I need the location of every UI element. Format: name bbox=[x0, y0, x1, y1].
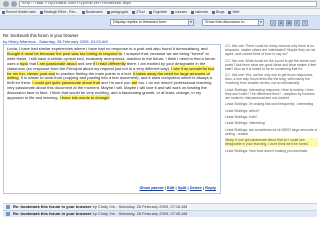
annotation-note[interactable]: Linda Stollings: Interesting response. H… bbox=[225, 88, 318, 100]
annotation-note[interactable]: Hilary: if one got passionate about that… bbox=[225, 138, 318, 147]
reply-thread-list: Re: bookmark this forum in your browser … bbox=[3, 203, 317, 233]
post-icon bbox=[6, 212, 10, 216]
thread-author-date: by Cindy Xin - Saturday, 28 February 200… bbox=[92, 211, 188, 216]
bookmark-icon bbox=[39, 10, 43, 14]
thread-author-date: by Cindy Xin - Saturday, 28 February 200… bbox=[92, 204, 188, 209]
bookmark-item[interactable]: Web bbox=[228, 10, 239, 14]
bookmark-icon bbox=[2, 10, 5, 14]
chevron-down-icon: ▾ bbox=[188, 20, 193, 25]
bookmark-item[interactable]: pedagogies bbox=[106, 10, 128, 14]
settings-icon[interactable]: ⚙ bbox=[278, 20, 284, 26]
post-header: Re: bookmark this forum in your browser … bbox=[3, 33, 221, 44]
bookmark-icon bbox=[148, 10, 152, 14]
bookmark-item[interactable]: Blogs bbox=[211, 10, 224, 14]
annotation-note[interactable]: CC: this one: What would be the a post t… bbox=[225, 59, 318, 71]
thread-row[interactable]: Re: bookmark this forum in your browser … bbox=[3, 210, 317, 217]
thread-subject: Re: bookmark this forum in your browser bbox=[13, 204, 92, 209]
print-icon[interactable]: ▤ bbox=[286, 20, 292, 26]
bookmark-icon bbox=[190, 10, 194, 14]
bookmark-item[interactable]: Cognitive bbox=[148, 10, 167, 14]
bookmark-icon bbox=[171, 10, 175, 14]
url-field[interactable]: http://www.flipitdata.com/flipstarter/Fo… bbox=[19, 1, 317, 7]
forward-icon[interactable] bbox=[11, 1, 17, 7]
bookmarks-bar: Recent Hidden tabs Strategic Effort - Re… bbox=[0, 9, 320, 16]
post-icon bbox=[6, 205, 10, 209]
browser-address-bar: http://www.flipitdata.com/flipstarter/Fo… bbox=[0, 0, 320, 9]
annotation-note[interactable]: Linda Stollings: both? bbox=[225, 115, 318, 119]
move-icon[interactable]: ↕ bbox=[270, 20, 276, 26]
discussion-visibility-select[interactable]: Show this discussion to ▾ bbox=[202, 19, 264, 26]
highlighted-text: I have lots words to change! bbox=[59, 95, 110, 101]
bookmark-item[interactable]: Recent Hidden tabs bbox=[2, 10, 36, 14]
bookmark-item[interactable]: ZTour bbox=[132, 10, 145, 14]
post-body-box: Linda, I have had similar experiences wh… bbox=[3, 44, 221, 194]
annotation-note[interactable]: Linda Stollings: How food does it making… bbox=[225, 149, 318, 153]
back-icon[interactable] bbox=[3, 1, 9, 7]
reply-link[interactable]: Reply bbox=[205, 185, 216, 190]
bookmark-item[interactable]: Strategic Effort - Rev... bbox=[39, 10, 78, 14]
display-mode-select[interactable]: Display replies in threaded form ▾ bbox=[110, 19, 194, 26]
thread-subject: Re: bookmark this forum in your browser bbox=[13, 211, 92, 216]
bookmark-item[interactable]: Bookmarks bbox=[81, 10, 103, 14]
forum-toolbar: Display replies in threaded form ▾ Show … bbox=[0, 16, 320, 30]
help-icon[interactable]: ? bbox=[302, 20, 308, 26]
chevron-down-icon: ▾ bbox=[258, 20, 263, 25]
bookmark-icon bbox=[106, 10, 110, 14]
bookmark-icon bbox=[228, 10, 232, 14]
bookmark-icon bbox=[132, 10, 136, 14]
annotation-note[interactable]: Linda Stollings: which? bbox=[225, 109, 318, 113]
annotation-note[interactable]: CC: this one: Yes, not the only one to g… bbox=[225, 73, 318, 85]
annotation-note[interactable]: Linda Stollings: interesting bbox=[225, 121, 318, 125]
post-actions: Show parent | Edit | Split | Delete | Re… bbox=[139, 185, 216, 190]
bookmark-item[interactable]: calendar bbox=[190, 10, 208, 14]
export-icon[interactable]: ⇪ bbox=[294, 20, 300, 26]
delete-link[interactable]: Delete bbox=[190, 185, 202, 190]
split-link[interactable]: Split bbox=[178, 185, 187, 190]
annotation-column: CC: this one: There could be many reason… bbox=[225, 44, 318, 155]
show-parent-link[interactable]: Show parent bbox=[139, 185, 163, 190]
annotation-note[interactable]: CC: this one: There could be many reason… bbox=[225, 44, 318, 56]
thread-row[interactable]: Re: bookmark this forum in your browser … bbox=[3, 203, 317, 210]
annotation-note[interactable]: Linda Stollings: two sometimes ed ck NEE… bbox=[225, 128, 318, 136]
post-body: Linda, I have had similar experiences wh… bbox=[7, 46, 217, 101]
bookmark-item[interactable]: courses bbox=[171, 10, 187, 14]
annotation-note[interactable]: Linda Stollings: I'm asking this word fr… bbox=[225, 102, 318, 106]
post-subject: Re: bookmark this forum in your browser bbox=[3, 33, 79, 38]
edit-link[interactable]: Edit bbox=[167, 185, 175, 190]
bookmark-icon bbox=[211, 10, 215, 14]
bookmark-icon bbox=[81, 10, 85, 14]
